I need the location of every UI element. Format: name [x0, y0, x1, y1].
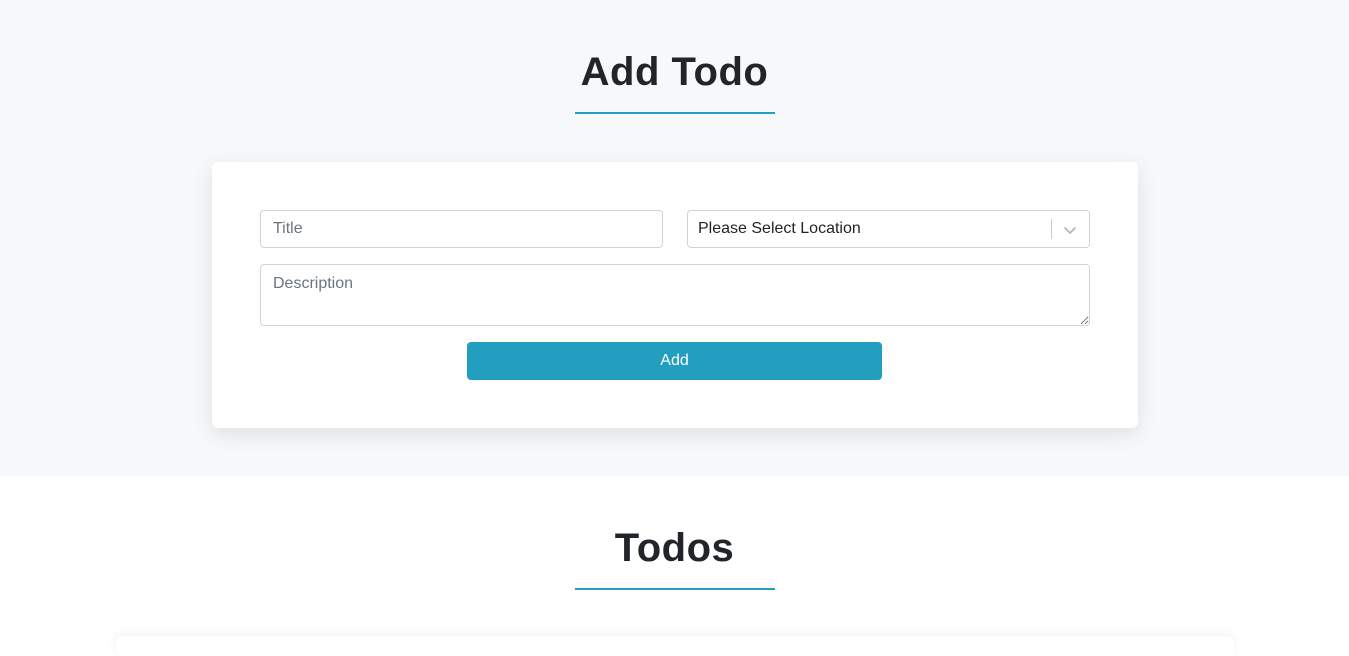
- todos-heading-underline: [575, 588, 775, 590]
- location-select[interactable]: Please Select Location: [687, 210, 1090, 248]
- add-button[interactable]: Add: [467, 342, 882, 380]
- add-todo-section: Add Todo Please Select Location Add: [0, 0, 1349, 476]
- heading-underline: [575, 112, 775, 114]
- add-todo-heading: Add Todo: [580, 50, 769, 94]
- chevron-down-icon[interactable]: [1060, 220, 1080, 240]
- description-textarea[interactable]: [260, 264, 1090, 326]
- title-input[interactable]: [260, 210, 663, 248]
- todos-list-card: [116, 636, 1234, 656]
- location-select-value: Please Select Location: [698, 220, 861, 237]
- select-separator: [1051, 219, 1052, 239]
- todos-heading: Todos: [614, 526, 735, 570]
- add-todo-form-card: Please Select Location Add: [212, 162, 1138, 428]
